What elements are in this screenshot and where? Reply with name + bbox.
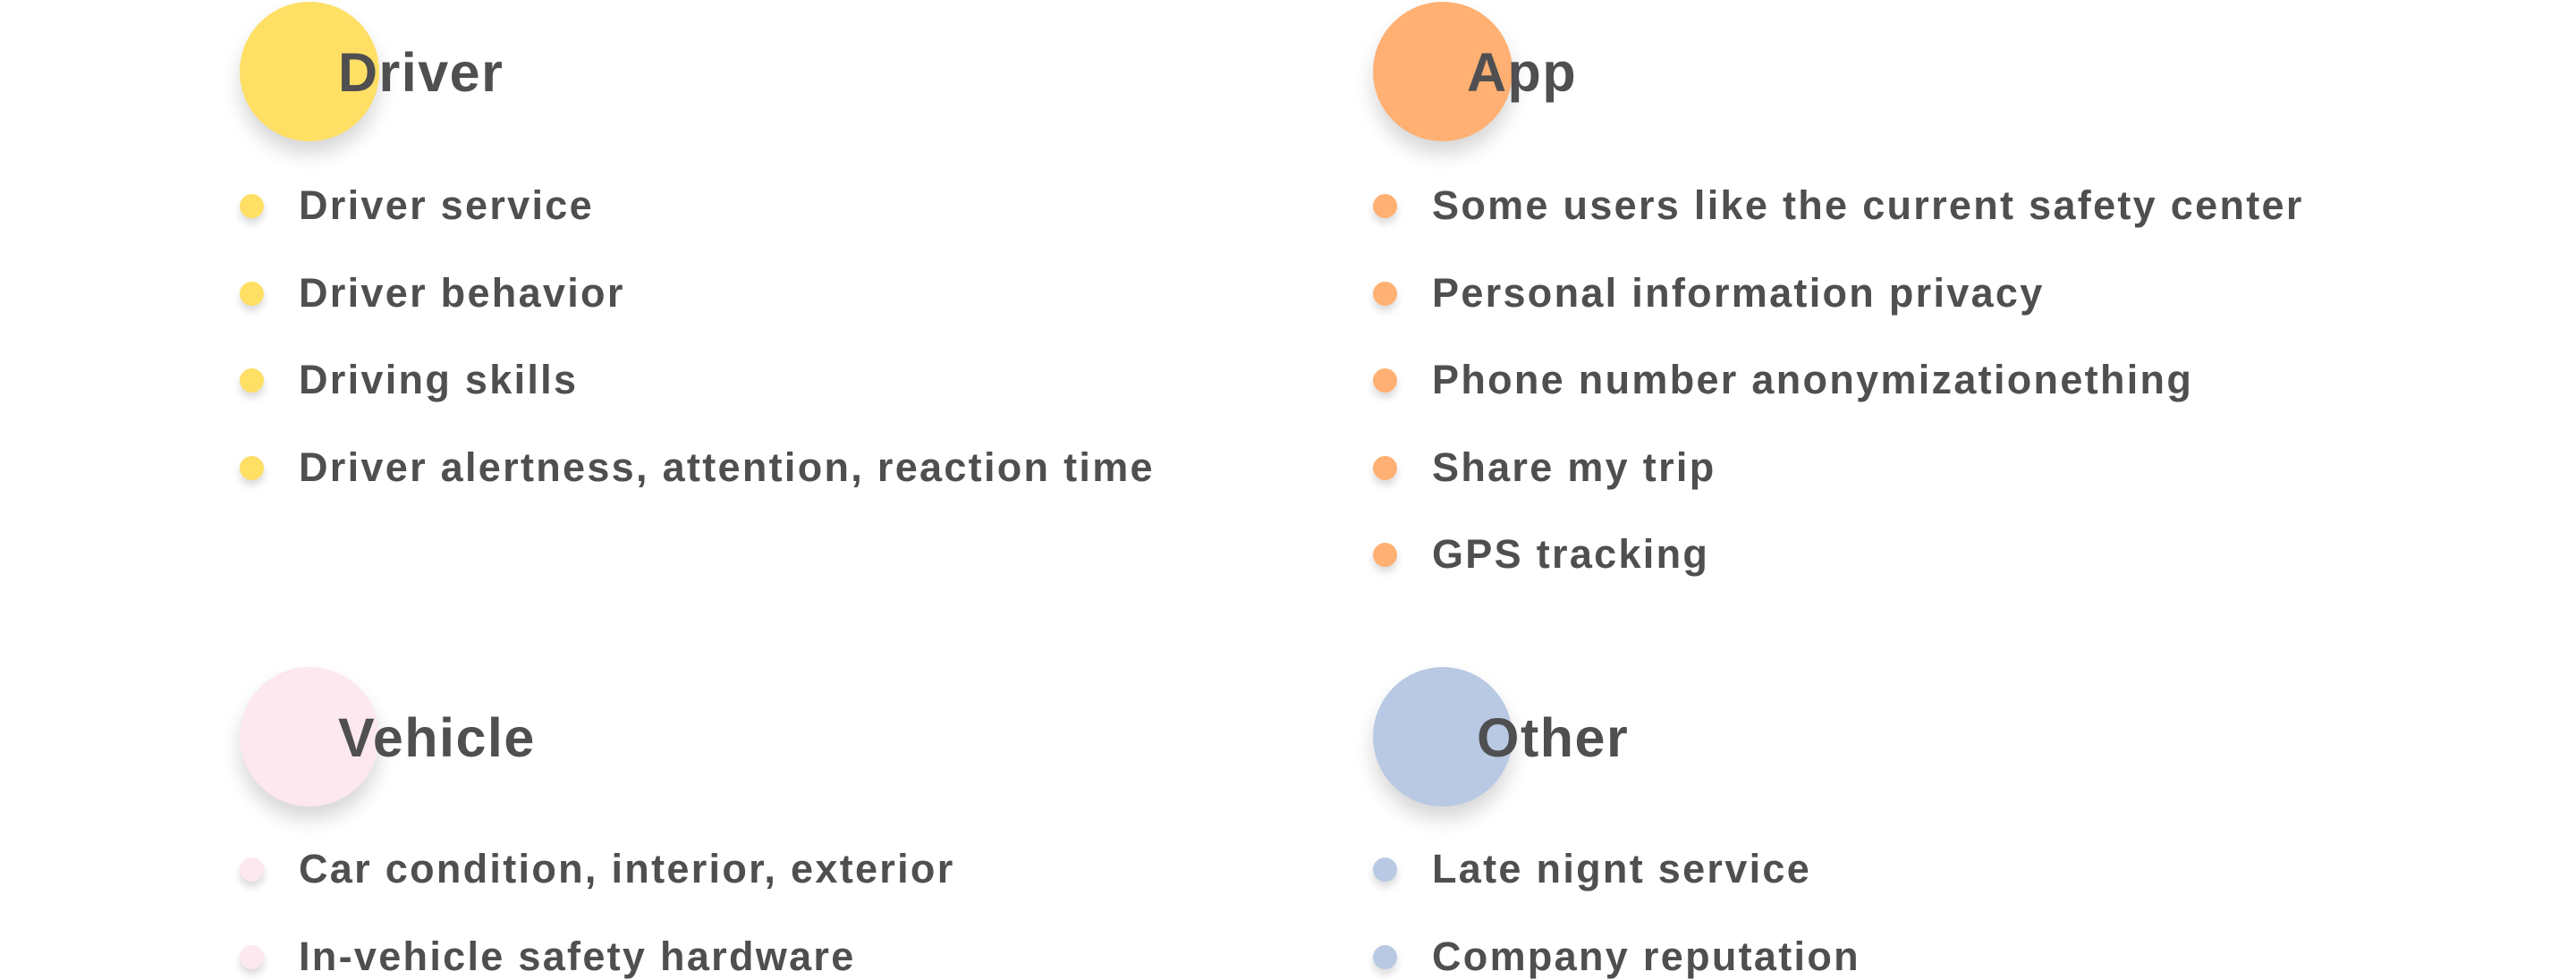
bullet-dot <box>240 281 264 306</box>
category-title-driver: Driver <box>338 42 504 103</box>
bullet-dot <box>1373 944 1397 969</box>
category-header-driver: Driver <box>240 2 1134 145</box>
bullet-dot <box>1373 194 1397 218</box>
category-header-app: App <box>1373 2 2267 145</box>
bullet-dot <box>240 368 264 393</box>
bullet-dot <box>1373 858 1397 882</box>
bullet-dot <box>240 455 264 480</box>
category-title-other: Other <box>1477 707 1630 768</box>
category-header-other: Other <box>1373 667 2267 810</box>
list-item-label: In-vehicle safety hardware <box>299 933 856 979</box>
list-item-label: Company reputation <box>1432 933 1860 979</box>
list-item-label: Driver behavior <box>299 269 625 316</box>
bullet-dot <box>1373 543 1397 567</box>
bullet-dot <box>1373 281 1397 306</box>
list-item-label: Phone number anonymizationething <box>1432 357 2194 402</box>
category-title-app: App <box>1467 42 1578 103</box>
list-item-label: Share my trip <box>1432 444 1716 490</box>
bullet-dot <box>1373 368 1397 393</box>
list-item-label: GPS tracking <box>1432 531 1710 577</box>
list-item-label: Car condition, interior, exterior <box>299 846 955 891</box>
list-item-label: Some users like the current safety cente… <box>1432 182 2304 228</box>
category-title-vehicle: Vehicle <box>338 707 536 768</box>
list-item-label: Driver service <box>299 182 594 228</box>
list-item-label: Driving skills <box>299 357 579 402</box>
list-item-label: Late nignt service <box>1432 846 1812 891</box>
bullet-dot <box>240 194 264 218</box>
category-header-vehicle: Vehicle <box>240 667 1134 810</box>
list-item-label: Driver alertness, attention, reaction ti… <box>299 444 1155 490</box>
list-item-label: Personal information privacy <box>1432 269 2045 316</box>
bullet-dot <box>1373 455 1397 480</box>
bullet-dot <box>240 944 264 969</box>
bullet-dot <box>240 858 264 882</box>
